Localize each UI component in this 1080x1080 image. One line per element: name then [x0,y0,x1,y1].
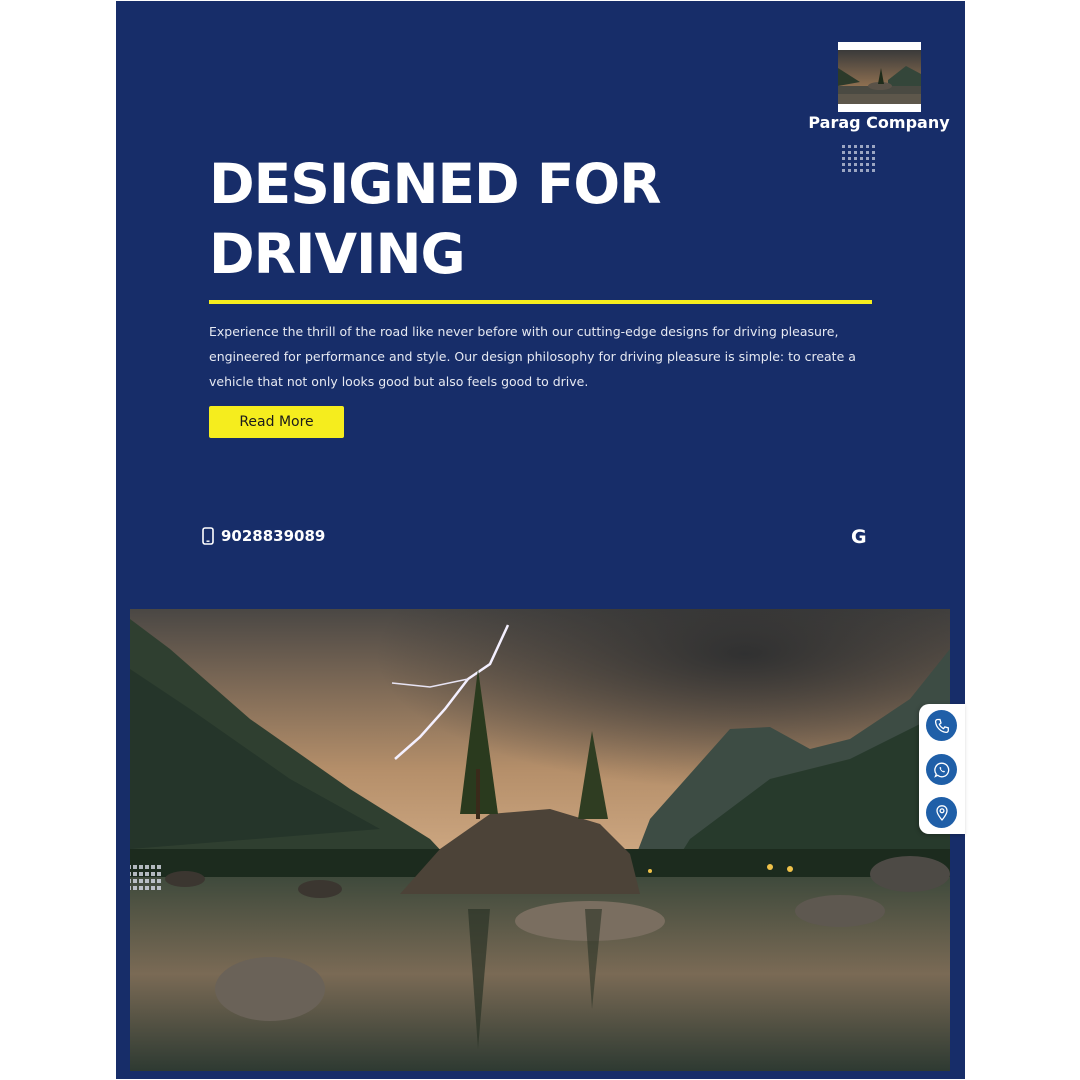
hero-title-line1: DESIGNED FOR [209,152,662,216]
phone-icon [934,718,949,733]
mobile-phone-icon [202,527,214,545]
whatsapp-button[interactable] [926,754,957,785]
hero-title: DESIGNED FOR DRIVING [209,149,769,289]
decorative-dot-grid-photo [130,865,161,890]
logo-landscape-image [838,50,921,104]
brand-name: Parag Company [808,113,950,132]
location-pin-icon [935,804,948,821]
floating-contact-bar [919,704,965,834]
google-icon[interactable]: G [851,525,873,549]
accent-divider [209,300,872,304]
brand-logo[interactable] [838,42,921,112]
whatsapp-icon [933,762,949,778]
read-more-button[interactable]: Read More [209,406,344,438]
landscape-photo [130,609,950,1071]
hero-card: Parag Company DESIGNED FOR DRIVING Exper… [116,1,965,1079]
phone-number: 9028839089 [221,527,326,545]
hero-title-line2: DRIVING [209,222,466,286]
location-button[interactable] [926,797,957,828]
call-button[interactable] [926,710,957,741]
phone-contact[interactable]: 9028839089 [202,527,325,545]
decorative-dot-grid [842,145,875,172]
hero-description: Experience the thrill of the road like n… [209,324,856,389]
